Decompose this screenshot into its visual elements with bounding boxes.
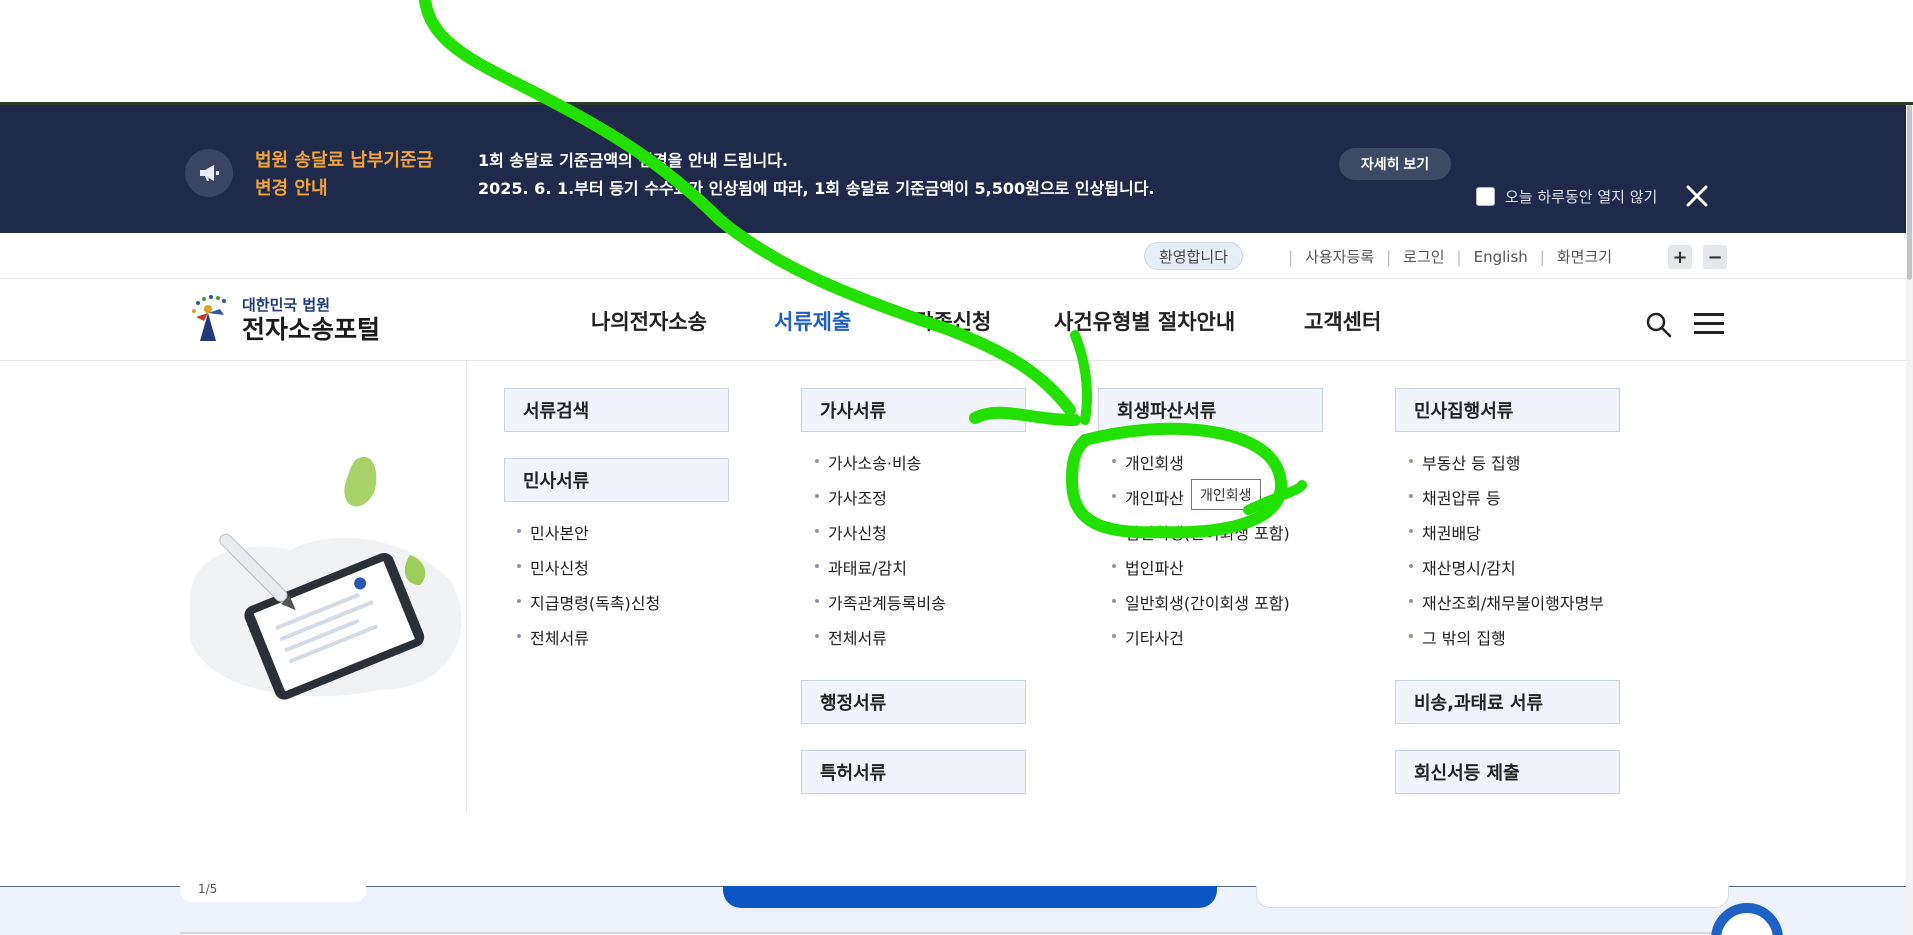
zoom-out-button[interactable]: − [1703, 245, 1727, 269]
category-administrative-documents[interactable]: 행정서류 [801, 680, 1026, 724]
menu-item-personal-bankruptcy[interactable]: 개인파산 [1112, 485, 1184, 509]
menu-item[interactable]: 지급명령(독촉)신청 [517, 590, 660, 614]
search-icon[interactable] [1645, 311, 1673, 339]
menu-item[interactable]: 민사본안 [517, 520, 589, 544]
register-link[interactable]: 사용자등록 [1305, 246, 1374, 267]
notice-title: 법원 송달료 납부기준금 변경 안내 [255, 147, 455, 203]
zoom-in-button[interactable]: + [1668, 245, 1692, 269]
separator: | [1288, 247, 1294, 266]
scrollbar-thumb[interactable] [1907, 105, 1912, 280]
menu-item[interactable]: 부동산 등 집행 [1409, 450, 1521, 474]
close-icon[interactable] [1683, 182, 1711, 210]
separator: | [1539, 247, 1545, 266]
nav-applications[interactable]: 각종신청 [914, 306, 991, 336]
notice-title-line2: 변경 안내 [255, 178, 328, 199]
slide-page-indicator: 1/5 [198, 882, 218, 896]
today-hide-option[interactable]: 오늘 하루동안 열지 않기 [1476, 186, 1657, 207]
category-document-search[interactable]: 서류검색 [504, 388, 729, 432]
welcome-badge: 환영합니다 [1144, 242, 1244, 270]
today-hide-label: 오늘 하루동안 열지 않기 [1505, 188, 1658, 206]
page: 법원 송달료 납부기준금 변경 안내 1회 송달료 기준금액의 변경을 안내 드… [0, 0, 1913, 935]
nav-document-submit[interactable]: 서류제출 [774, 306, 851, 336]
menu-item[interactable]: 과태료/감치 [815, 555, 907, 579]
menu-item[interactable]: 재산조회/채무불이행자명부 [1409, 590, 1604, 614]
menu-item[interactable]: 그 밖의 집행 [1409, 625, 1506, 649]
nav-procedure-guide[interactable]: 사건유형별 절차안내 [1054, 306, 1235, 336]
menu-item[interactable]: 가사신청 [815, 520, 887, 544]
category-noncontentious-fines[interactable]: 비송,과태료 서류 [1395, 680, 1620, 724]
menu-item[interactable]: 재산명시/감치 [1409, 555, 1516, 579]
menu-item[interactable]: 채권배당 [1409, 520, 1481, 544]
megaphone-icon [185, 149, 233, 197]
logo-subtitle: 대한민국 법원 [242, 295, 331, 314]
slider-indicator-card: 1/5 [180, 882, 366, 902]
menu-item[interactable]: 가사조정 [815, 485, 887, 509]
site-logo[interactable]: 대한민국 법원 전자소송포털 [186, 291, 380, 347]
notice-text-line2: 2025. 6. 1.부터 등기 수수료가 인상됨에 따라, 1회 송달료 기준… [478, 179, 1155, 198]
menu-item[interactable]: 가족관계등록비송 [815, 590, 946, 614]
content-divider [180, 932, 1730, 934]
notice-title-line1: 법원 송달료 납부기준금 [255, 150, 434, 171]
menu-item[interactable]: 채권압류 등 [1409, 485, 1501, 509]
info-card [1256, 886, 1729, 908]
nav-customer-center[interactable]: 고객센터 [1304, 306, 1381, 336]
notice-text: 1회 송달료 기준금액의 변경을 안내 드립니다. 2025. 6. 1.부터 … [478, 147, 1155, 203]
utility-bar [0, 233, 1913, 279]
detail-view-button[interactable]: 자세히 보기 [1339, 148, 1451, 180]
separator: | [1456, 247, 1462, 266]
court-logo-icon [192, 295, 226, 341]
font-size-label: 화면크기 [1556, 248, 1613, 266]
notice-text-line1: 1회 송달료 기준금액의 변경을 안내 드립니다. [478, 151, 789, 170]
today-hide-checkbox[interactable] [1476, 187, 1495, 206]
menu-item[interactable]: 기타사건 [1112, 625, 1184, 649]
separator: | [1386, 247, 1392, 266]
menu-item[interactable]: 법인회생(간이회생 포함) [1112, 520, 1290, 544]
tablet-pen-illustration [190, 456, 462, 700]
category-patent-documents[interactable]: 특허서류 [801, 750, 1026, 794]
menu-item[interactable]: 전체서류 [517, 625, 589, 649]
menu-item[interactable]: 민사신청 [517, 555, 589, 579]
category-family-documents[interactable]: 가사서류 [801, 388, 1026, 432]
menu-item[interactable]: 가사소송·비송 [815, 450, 921, 474]
logo-title: 전자소송포털 [242, 314, 381, 344]
menu-item[interactable]: 전체서류 [815, 625, 887, 649]
category-civil-documents[interactable]: 민사서류 [504, 458, 729, 502]
category-rehabilitation-bankruptcy[interactable]: 회생파산서류 [1098, 388, 1323, 432]
category-reply-submission[interactable]: 회신서등 제출 [1395, 750, 1620, 794]
utility-links: | 사용자등록 | 로그인 | English | 화면크기 [1276, 246, 1612, 267]
primary-action-card[interactable] [723, 886, 1217, 908]
menu-item-personal-rehabilitation[interactable]: 개인회생 [1112, 450, 1184, 474]
english-link[interactable]: English [1474, 248, 1528, 266]
hamburger-menu-icon[interactable] [1694, 312, 1724, 336]
menu-item[interactable]: 법인파산 [1112, 555, 1184, 579]
login-link[interactable]: 로그인 [1403, 246, 1444, 267]
category-civil-execution[interactable]: 민사집행서류 [1395, 388, 1620, 432]
hover-tooltip: 개인회생 [1191, 479, 1261, 510]
nav-my-ecourt[interactable]: 나의전자소송 [591, 306, 707, 336]
menu-item[interactable]: 일반회생(간이회생 포함) [1112, 590, 1290, 614]
